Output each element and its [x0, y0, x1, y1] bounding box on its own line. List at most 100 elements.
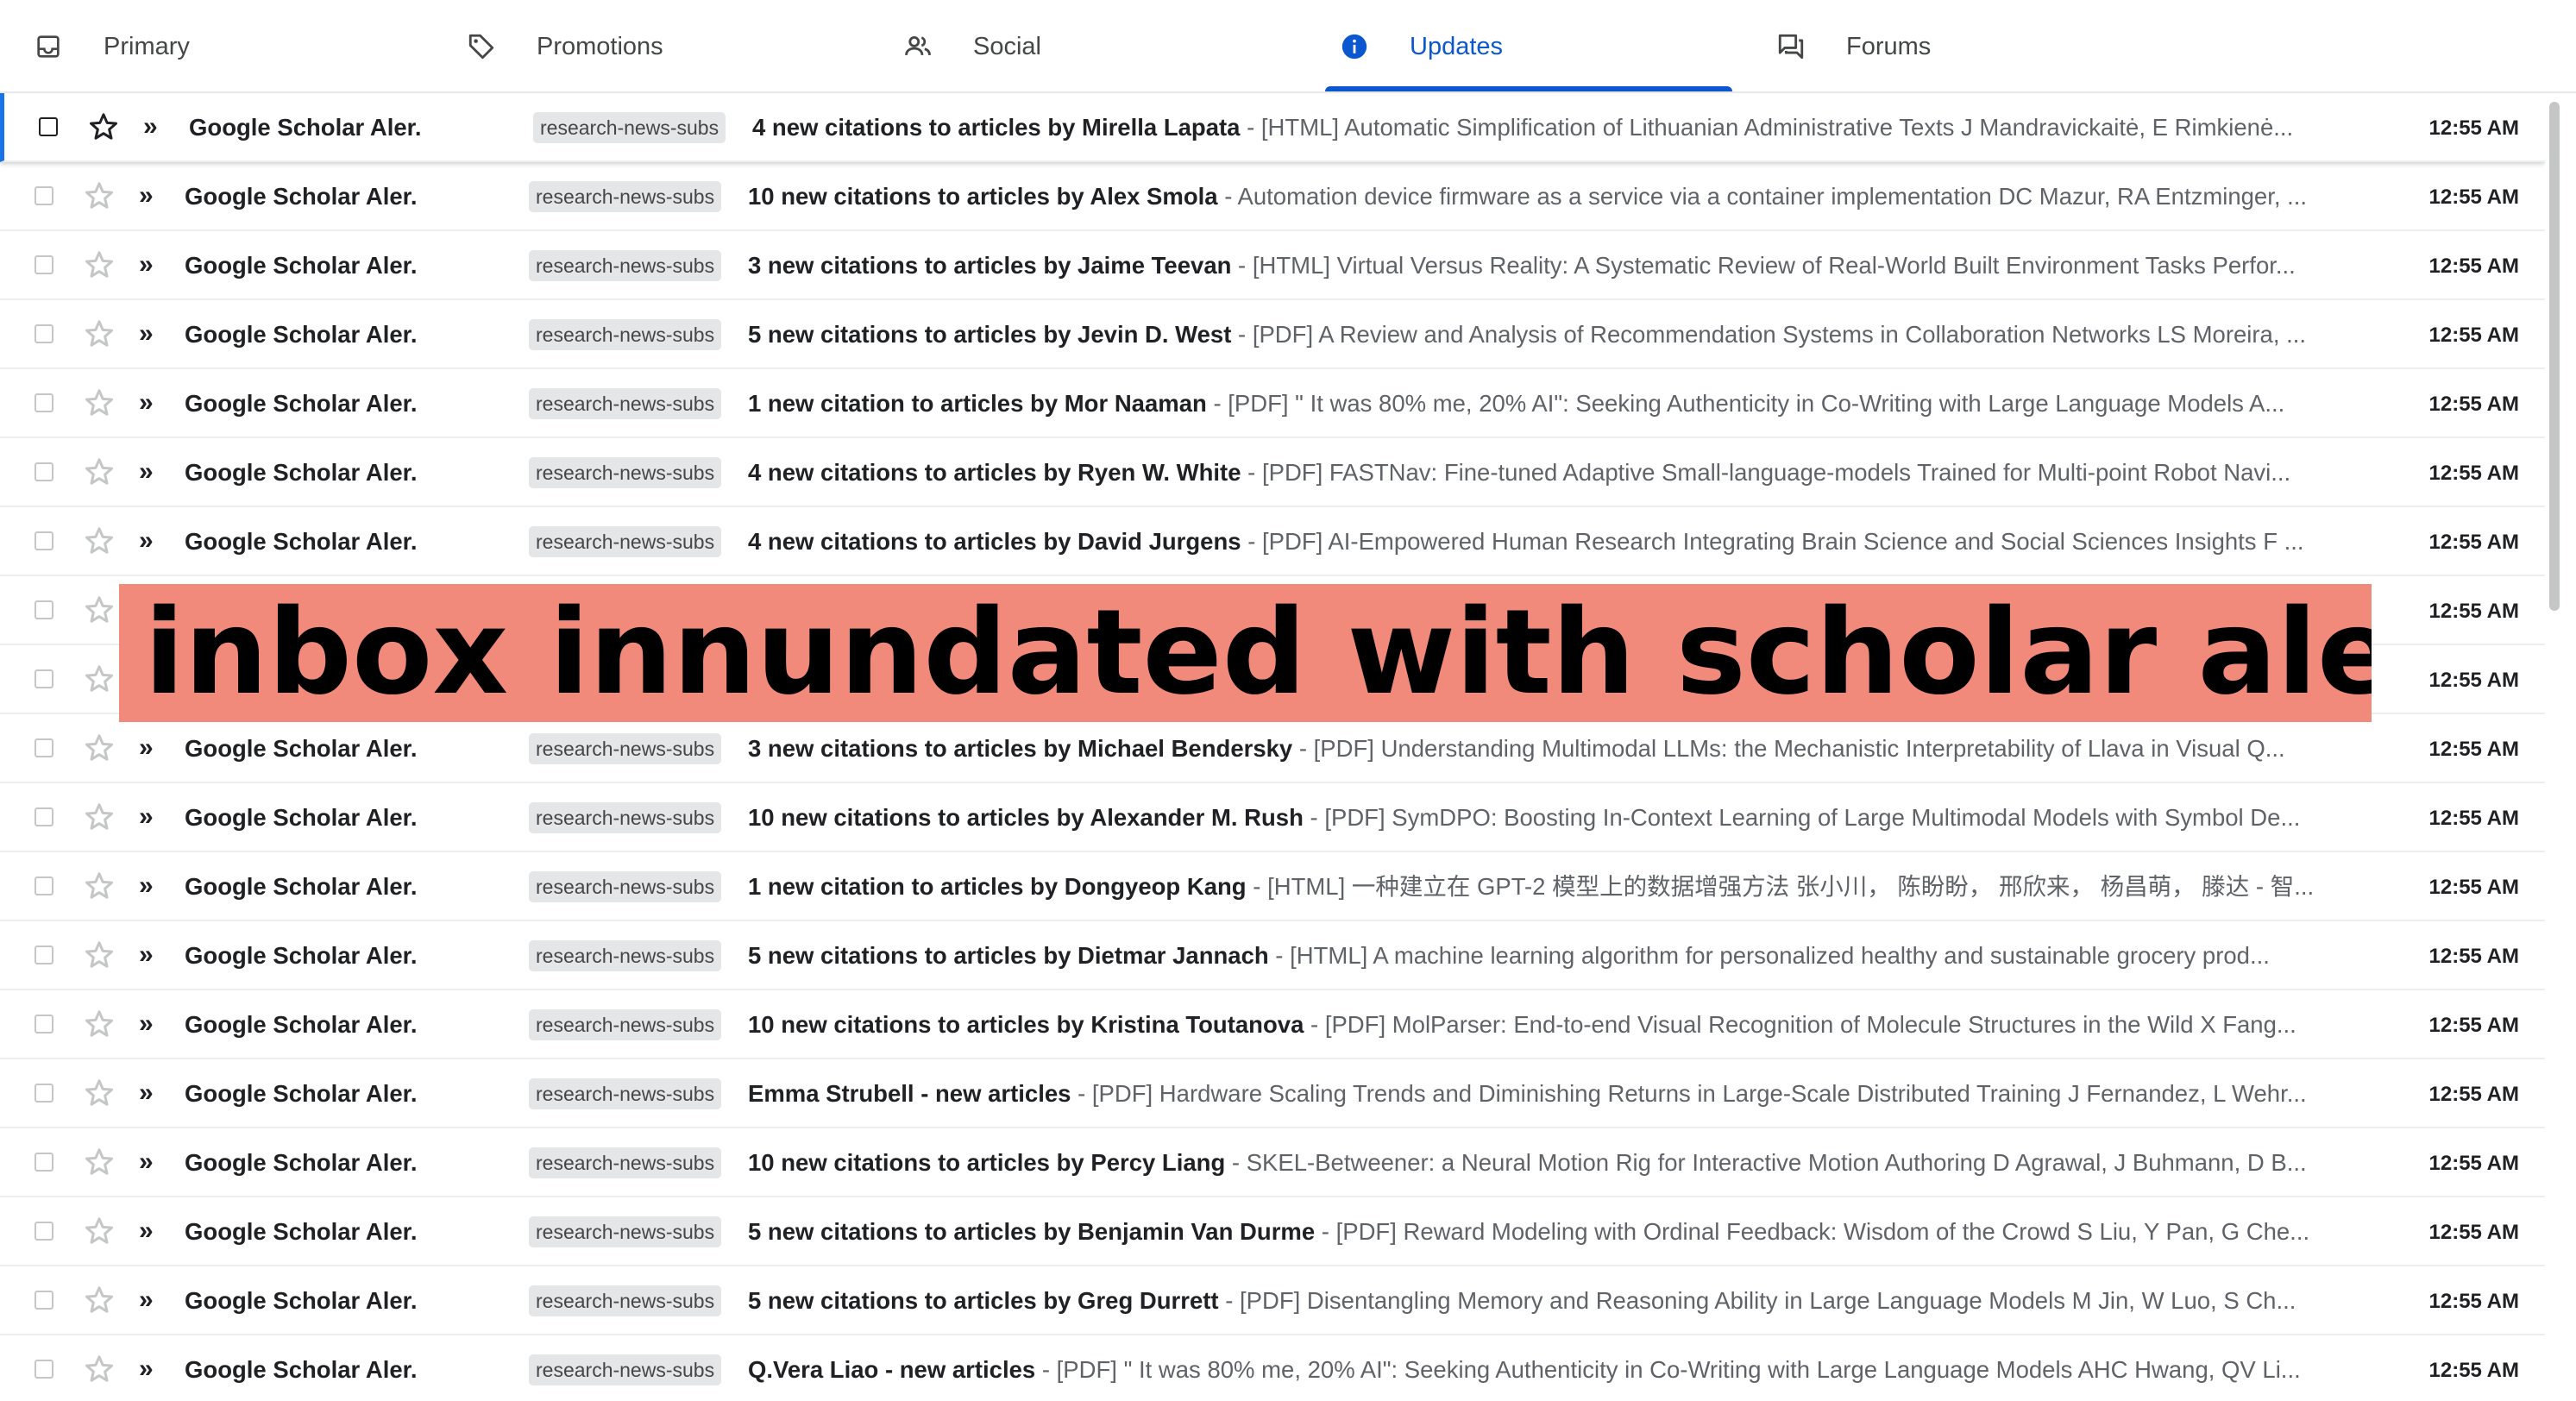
importance-marker-icon[interactable]: »	[139, 1009, 154, 1039]
star-icon[interactable]	[82, 938, 116, 972]
email-row[interactable]: » Google Scholar Aler. research-news-sub…	[0, 93, 2545, 162]
select-checkbox[interactable]	[35, 186, 53, 205]
timestamp: 12:55 AM	[2428, 462, 2519, 485]
importance-marker-icon[interactable]: »	[139, 319, 154, 349]
star-icon[interactable]	[82, 455, 116, 489]
importance-marker-icon[interactable]: »	[139, 1285, 154, 1315]
scrollbar[interactable]	[2545, 95, 2564, 1401]
subject: 1 new citation to articles by Mor Naaman	[748, 390, 1207, 417]
email-row[interactable]: » Google Scholar Aler. research-news-sub…	[0, 300, 2545, 369]
star-icon[interactable]	[82, 731, 116, 765]
star-icon[interactable]	[82, 593, 116, 627]
label-chip[interactable]: research-news-subs	[529, 802, 722, 833]
tab-forums[interactable]: Forums	[1775, 0, 1931, 93]
star-icon[interactable]	[82, 1352, 116, 1386]
email-row[interactable]: » Google Scholar Aler. research-news-sub…	[0, 1335, 2545, 1401]
label-chip[interactable]: research-news-subs	[529, 319, 722, 350]
label-chip[interactable]: research-news-subs	[529, 871, 722, 902]
importance-marker-icon[interactable]: »	[139, 526, 154, 556]
timestamp: 12:55 AM	[2428, 1290, 2519, 1313]
label-chip[interactable]: research-news-subs	[529, 1354, 722, 1385]
select-checkbox[interactable]	[35, 462, 53, 481]
star-icon[interactable]	[82, 179, 116, 213]
star-icon[interactable]	[82, 524, 116, 558]
label-chip[interactable]: research-news-subs	[529, 733, 722, 764]
select-checkbox[interactable]	[35, 738, 53, 757]
label-chip[interactable]: research-news-subs	[529, 1216, 722, 1247]
email-row[interactable]: » Google Scholar Aler. research-news-sub…	[0, 990, 2545, 1059]
star-icon[interactable]	[82, 1145, 116, 1179]
star-icon[interactable]	[82, 317, 116, 351]
email-row[interactable]: » Google Scholar Aler. research-news-sub…	[0, 1128, 2545, 1197]
label-chip[interactable]: research-news-subs	[529, 940, 722, 971]
scrollbar-thumb[interactable]	[2549, 102, 2560, 611]
importance-marker-icon[interactable]: »	[139, 1078, 154, 1108]
star-icon[interactable]	[82, 1007, 116, 1041]
importance-marker-icon[interactable]: »	[139, 871, 154, 901]
select-checkbox[interactable]	[35, 1153, 53, 1172]
label-chip[interactable]: research-news-subs	[529, 1078, 722, 1109]
select-checkbox[interactable]	[35, 1222, 53, 1241]
select-checkbox[interactable]	[35, 1291, 53, 1310]
importance-marker-icon[interactable]: »	[139, 1354, 154, 1384]
label-chip[interactable]: research-news-subs	[529, 388, 722, 419]
tab-promotions[interactable]: Promotions	[466, 0, 663, 93]
tab-primary[interactable]: Primary	[33, 0, 190, 93]
star-icon[interactable]	[82, 1283, 116, 1317]
label-chip[interactable]: research-news-subs	[529, 181, 722, 212]
star-icon[interactable]	[82, 386, 116, 420]
star-icon[interactable]	[82, 662, 116, 696]
email-row[interactable]: » Google Scholar Aler. research-news-sub…	[0, 369, 2545, 438]
importance-marker-icon[interactable]: »	[139, 181, 154, 210]
select-checkbox[interactable]	[35, 1015, 53, 1033]
star-icon[interactable]	[82, 1214, 116, 1248]
email-row[interactable]: » Google Scholar Aler. research-news-sub…	[0, 438, 2545, 507]
importance-marker-icon[interactable]: »	[139, 1147, 154, 1177]
email-row[interactable]: » Google Scholar Aler. research-news-sub…	[0, 921, 2545, 990]
star-icon[interactable]	[82, 869, 116, 903]
select-checkbox[interactable]	[35, 393, 53, 412]
label-chip[interactable]: research-news-subs	[529, 1147, 722, 1178]
select-checkbox[interactable]	[35, 600, 53, 619]
label-chip[interactable]: research-news-subs	[529, 526, 722, 557]
select-checkbox[interactable]	[35, 1360, 53, 1379]
select-checkbox[interactable]	[35, 255, 53, 274]
importance-marker-icon[interactable]: »	[139, 940, 154, 970]
star-icon[interactable]	[82, 800, 116, 834]
importance-marker-icon[interactable]: »	[139, 1216, 154, 1246]
email-row[interactable]: » Google Scholar Aler. research-news-sub…	[0, 714, 2545, 783]
importance-marker-icon[interactable]: »	[139, 733, 154, 763]
importance-marker-icon[interactable]: »	[139, 802, 154, 832]
star-icon[interactable]	[82, 1076, 116, 1110]
importance-marker-icon[interactable]: »	[139, 388, 154, 418]
select-checkbox[interactable]	[35, 669, 53, 688]
label-chip[interactable]: research-news-subs	[529, 1285, 722, 1316]
label-chip[interactable]: research-news-subs	[529, 457, 722, 488]
select-checkbox[interactable]	[35, 1084, 53, 1103]
email-row[interactable]: » Google Scholar Aler. research-news-sub…	[0, 507, 2545, 576]
importance-marker-icon[interactable]: »	[139, 457, 154, 487]
email-row[interactable]: » Google Scholar Aler. research-news-sub…	[0, 1197, 2545, 1266]
label-chip[interactable]: research-news-subs	[529, 250, 722, 281]
email-row[interactable]: » Google Scholar Aler. research-news-sub…	[0, 783, 2545, 852]
snippet: [PDF] SymDPO: Boosting In-Context Learni…	[1324, 804, 2301, 831]
select-checkbox[interactable]	[35, 946, 53, 964]
select-checkbox[interactable]	[35, 807, 53, 826]
tab-updates[interactable]: Updates	[1339, 0, 1503, 93]
select-checkbox[interactable]	[35, 324, 53, 343]
select-checkbox[interactable]	[35, 876, 53, 895]
email-row[interactable]: » Google Scholar Aler. research-news-sub…	[0, 231, 2545, 300]
star-icon[interactable]	[82, 248, 116, 282]
label-chip[interactable]: research-news-subs	[529, 1009, 722, 1040]
label-chip[interactable]: research-news-subs	[533, 112, 726, 143]
email-row[interactable]: » Google Scholar Aler. research-news-sub…	[0, 852, 2545, 921]
select-checkbox[interactable]	[35, 531, 53, 550]
tab-social[interactable]: Social	[902, 0, 1041, 93]
importance-marker-icon[interactable]: »	[143, 112, 158, 141]
select-checkbox[interactable]	[39, 117, 58, 136]
email-row[interactable]: » Google Scholar Aler. research-news-sub…	[0, 162, 2545, 231]
email-row[interactable]: » Google Scholar Aler. research-news-sub…	[0, 1266, 2545, 1335]
importance-marker-icon[interactable]: »	[139, 250, 154, 280]
email-row[interactable]: » Google Scholar Aler. research-news-sub…	[0, 1059, 2545, 1128]
star-icon[interactable]	[86, 110, 121, 144]
